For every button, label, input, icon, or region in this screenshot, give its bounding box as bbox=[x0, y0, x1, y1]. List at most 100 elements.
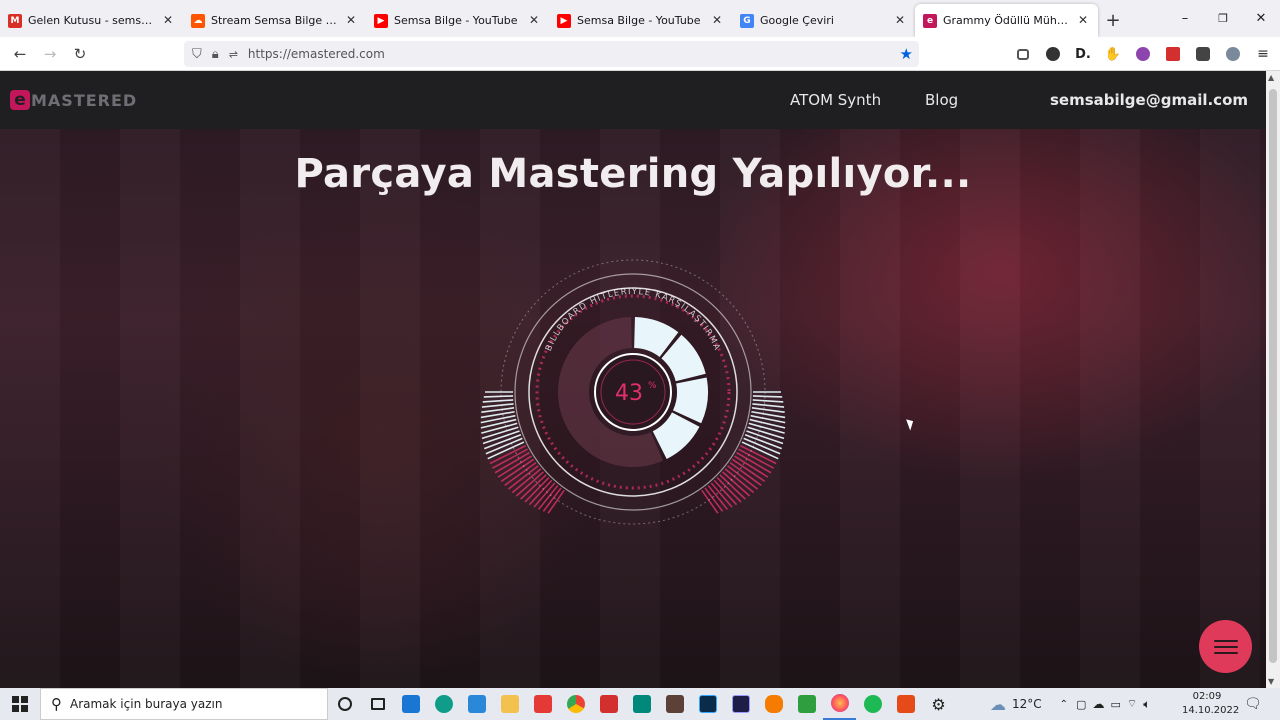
task-view-icon[interactable] bbox=[361, 688, 394, 720]
level-bar-left bbox=[481, 403, 514, 408]
arrow-right-icon: → bbox=[43, 44, 57, 63]
back-button[interactable]: ← bbox=[5, 40, 35, 68]
emastered-logo[interactable]: e MASTERED bbox=[10, 90, 137, 110]
logo-mark: e bbox=[10, 90, 30, 110]
web-page: e MASTERED ATOM Synth Blog semsabilge@gm… bbox=[0, 71, 1266, 688]
level-bar-left bbox=[482, 399, 514, 403]
tab-close-icon[interactable]: ✕ bbox=[527, 13, 541, 27]
browser-tab[interactable]: ▶ Semsa Bilge - YouTube ✕ bbox=[549, 4, 732, 37]
edge-icon[interactable] bbox=[427, 688, 460, 720]
forward-button[interactable]: → bbox=[35, 40, 65, 68]
tab-close-icon[interactable]: ✕ bbox=[1076, 13, 1090, 27]
hand-extension-icon[interactable]: ✋ bbox=[1098, 42, 1128, 66]
scroll-down-icon[interactable]: ▼ bbox=[1268, 677, 1274, 686]
emastered-icon: e bbox=[923, 13, 937, 28]
system-tray: ☁ 12°C ⌃ ▢ ☁ ▭ ⌔ 🔈︎ bbox=[990, 688, 1150, 720]
onedrive-icon[interactable]: ☁ bbox=[1092, 697, 1104, 711]
restore-button[interactable]: ❐ bbox=[1204, 0, 1242, 37]
meet-now-icon[interactable]: ▢ bbox=[1076, 698, 1086, 711]
tab-strip: M Gelen Kutusu - semsabilge@gr ✕ ☁ Stream Se… bbox=[0, 0, 1098, 37]
app-teal-icon[interactable] bbox=[625, 688, 658, 720]
scrollbar-thumb[interactable] bbox=[1269, 89, 1277, 663]
firefox-icon[interactable] bbox=[823, 688, 856, 720]
photoshop-icon[interactable] bbox=[691, 688, 724, 720]
level-bar-right bbox=[752, 403, 785, 408]
fl-studio-icon[interactable] bbox=[757, 688, 790, 720]
level-bar-right bbox=[752, 399, 784, 403]
app-orange-icon[interactable] bbox=[889, 688, 922, 720]
gift-app-icon[interactable] bbox=[526, 688, 559, 720]
chrome-icon[interactable] bbox=[559, 688, 592, 720]
browser-tab[interactable]: e Grammy Ödüllü Mühendislerde ✕ bbox=[915, 4, 1098, 37]
taskbar-clock[interactable]: 02:09 14.10.2022 bbox=[1182, 690, 1239, 718]
bookmark-star-icon[interactable]: ★ bbox=[900, 45, 913, 63]
nav-atom-synth-link[interactable]: ATOM Synth bbox=[790, 91, 881, 109]
battery-icon[interactable]: ▭ bbox=[1110, 698, 1120, 711]
page-scrollbar[interactable]: ▲ ▼ bbox=[1266, 71, 1280, 688]
browser-tab[interactable]: M Gelen Kutusu - semsabilge@gr ✕ bbox=[0, 4, 183, 37]
purple-extension-icon[interactable] bbox=[1128, 42, 1158, 66]
wifi-icon[interactable]: ⌔ bbox=[1127, 697, 1137, 711]
level-bar-left bbox=[481, 422, 518, 434]
after-effects-icon[interactable] bbox=[724, 688, 757, 720]
level-bar-left bbox=[481, 407, 515, 413]
weather-temperature[interactable]: 12°C bbox=[1012, 697, 1042, 711]
mail-app-icon[interactable] bbox=[394, 688, 427, 720]
start-button[interactable] bbox=[0, 688, 40, 720]
lock-icon[interactable]: 🔒︎ bbox=[212, 47, 219, 62]
permissions-icon[interactable]: ⇌ bbox=[229, 48, 238, 61]
gmail-icon: M bbox=[8, 13, 22, 28]
cortana-icon[interactable] bbox=[328, 688, 361, 720]
notification-center-icon[interactable]: 🗨︎ bbox=[1244, 696, 1262, 712]
account-email-link[interactable]: semsabilge@gmail.com bbox=[1050, 91, 1248, 109]
tab-bar: M Gelen Kutusu - semsabilge@gr ✕ ☁ Stream Se… bbox=[0, 0, 1280, 37]
store-icon[interactable] bbox=[460, 688, 493, 720]
youtube-icon: ▶ bbox=[557, 13, 571, 28]
acrobat-icon[interactable] bbox=[592, 688, 625, 720]
shield-extension-icon[interactable] bbox=[1218, 42, 1248, 66]
level-bar-left bbox=[494, 451, 530, 474]
browser-tab[interactable]: G Google Çeviri ✕ bbox=[732, 4, 915, 37]
google-translate-icon: G bbox=[740, 13, 754, 28]
address-bar[interactable]: ⛉ 🔒︎ ⇌ https://emastered.com ★ bbox=[184, 41, 919, 67]
weather-cloud-icon[interactable]: ☁ bbox=[990, 695, 1006, 714]
minimize-button[interactable]: – bbox=[1166, 0, 1204, 37]
windows-taskbar: ⚲ Aramak için buraya yazın ⚙ ☁ 12°C ⌃ ▢ … bbox=[0, 688, 1280, 720]
browser-tab[interactable]: ▶ Semsa Bilge - YouTube ✕ bbox=[366, 4, 549, 37]
chat-menu-button[interactable] bbox=[1199, 620, 1252, 673]
taskbar-search-box[interactable]: ⚲ Aramak için buraya yazın bbox=[40, 688, 328, 720]
tab-close-icon[interactable]: ✕ bbox=[893, 13, 907, 27]
youtube-icon: ▶ bbox=[374, 13, 388, 28]
close-window-button[interactable]: ✕ bbox=[1242, 0, 1280, 37]
arrow-left-icon: ← bbox=[13, 44, 27, 63]
url-text[interactable]: https://emastered.com bbox=[248, 47, 385, 61]
spy-extension-icon[interactable] bbox=[1188, 42, 1218, 66]
app-m-icon[interactable] bbox=[658, 688, 691, 720]
account-extension-icon[interactable] bbox=[1038, 42, 1068, 66]
browser-tab[interactable]: ☁ Stream Semsa Bilge music | Lis ✕ bbox=[183, 4, 366, 37]
tab-close-icon[interactable]: ✕ bbox=[161, 13, 175, 27]
tab-close-icon[interactable]: ✕ bbox=[710, 13, 724, 27]
volume-icon[interactable]: 🔈︎ bbox=[1143, 697, 1150, 712]
level-bar-right bbox=[736, 451, 772, 474]
tab-close-icon[interactable]: ✕ bbox=[344, 13, 358, 27]
spotify-icon[interactable] bbox=[856, 688, 889, 720]
site-header: e MASTERED ATOM Synth Blog semsabilge@gm… bbox=[0, 71, 1266, 129]
nav-blog-link[interactable]: Blog bbox=[925, 91, 958, 109]
logo-word: MASTERED bbox=[31, 90, 138, 110]
camtasia-icon[interactable] bbox=[790, 688, 823, 720]
dashlane-icon[interactable]: D. bbox=[1068, 42, 1098, 66]
shield-icon[interactable]: ⛉ bbox=[192, 47, 202, 62]
chevron-up-icon[interactable]: ⌃ bbox=[1060, 699, 1068, 710]
new-tab-button[interactable]: + bbox=[1098, 4, 1128, 37]
level-bar-right bbox=[716, 477, 742, 503]
navigation-toolbar: ← → ↻ ⛉ 🔒︎ ⇌ https://emastered.com ★ D. … bbox=[0, 37, 1280, 71]
settings-icon[interactable]: ⚙ bbox=[922, 688, 955, 720]
menu-icon[interactable]: ≡ bbox=[1248, 42, 1278, 66]
scroll-up-icon[interactable]: ▲ bbox=[1268, 73, 1274, 82]
reload-button[interactable]: ↻ bbox=[65, 40, 95, 68]
red-extension-icon[interactable] bbox=[1158, 42, 1188, 66]
level-bar-left bbox=[528, 479, 553, 506]
file-explorer-icon[interactable] bbox=[493, 688, 526, 720]
pocket-icon[interactable] bbox=[1008, 42, 1038, 66]
